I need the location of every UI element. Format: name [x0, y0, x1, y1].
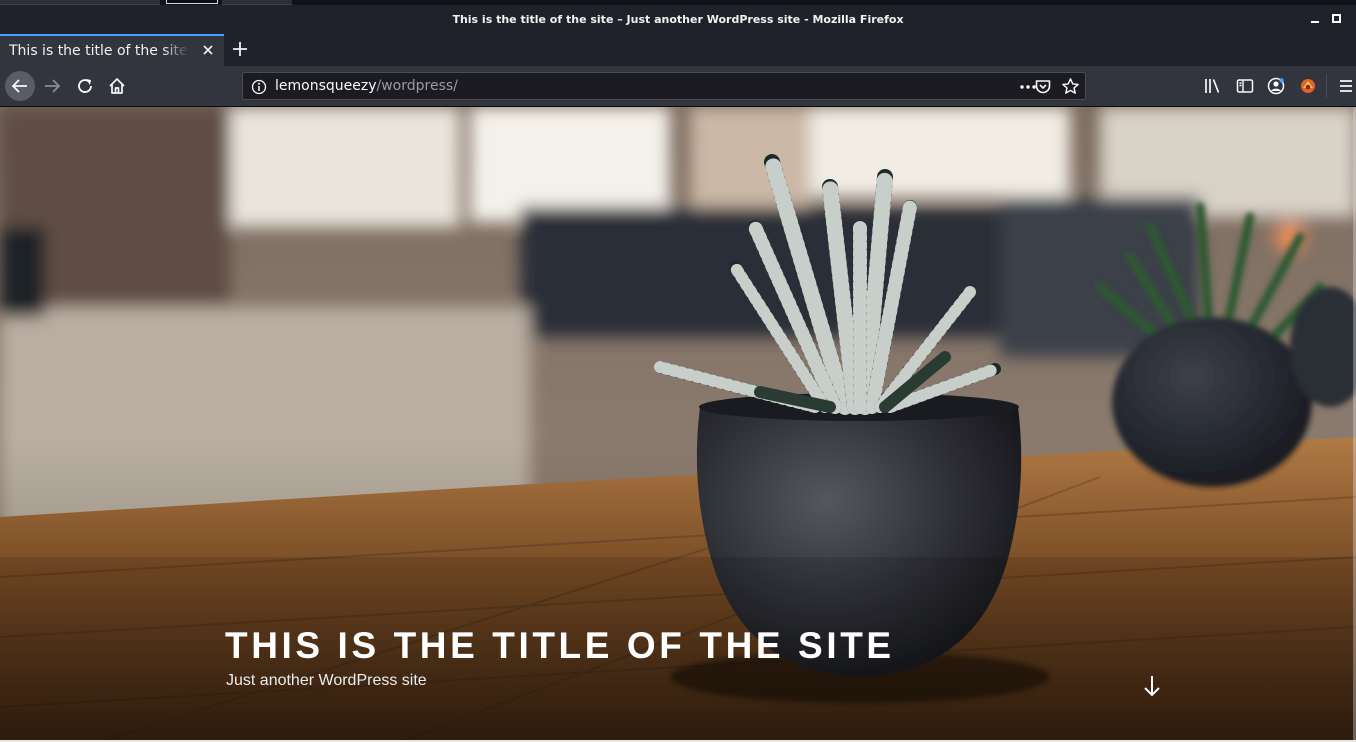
tab-strip: This is the title of the site – Just ano…	[0, 33, 1356, 66]
url-bar[interactable]: lemonsqueezy/wordpress/	[242, 72, 1086, 100]
taskbar-item-active[interactable]	[166, 0, 218, 4]
close-icon[interactable]	[200, 42, 216, 58]
pocket-icon[interactable]	[1034, 78, 1052, 96]
navigation-toolbar: lemonsqueezy/wordpress/	[0, 66, 1356, 107]
url-path: /wordpress/	[376, 78, 458, 94]
maximize-icon[interactable]	[1331, 13, 1341, 23]
library-icon[interactable]	[1203, 76, 1223, 96]
reload-button[interactable]	[71, 72, 99, 100]
url-host: lemonsqueezy	[275, 78, 377, 94]
tab-active[interactable]: This is the title of the site – Just ano…	[0, 34, 224, 66]
url-text[interactable]: lemonsqueezy/wordpress/	[275, 78, 458, 94]
web-content: This is the title of the site Just anoth…	[0, 107, 1356, 742]
forward-arrow-icon	[45, 79, 61, 93]
window-titlebar: This is the title of the site – Just ano…	[0, 5, 1356, 33]
new-tab-plus-icon[interactable]	[230, 39, 250, 59]
account-icon[interactable]	[1266, 76, 1286, 96]
home-button[interactable]	[103, 72, 131, 100]
sidebar-icon[interactable]	[1235, 76, 1255, 96]
star-icon[interactable]	[1061, 77, 1080, 96]
back-button[interactable]	[5, 71, 35, 101]
forward-button[interactable]	[38, 72, 66, 100]
tab-title: This is the title of the site – Just ano…	[9, 43, 189, 59]
home-icon	[109, 78, 125, 94]
window-title: This is the title of the site – Just ano…	[452, 12, 904, 26]
minimize-icon[interactable]	[1310, 13, 1320, 23]
extension-icon[interactable]	[1298, 76, 1318, 96]
site-description: Just another WordPress site	[226, 672, 427, 689]
reload-icon	[78, 79, 92, 93]
hamburger-menu-icon[interactable]	[1338, 76, 1356, 96]
toolbar-separator	[1326, 74, 1327, 98]
back-arrow-icon	[11, 79, 27, 93]
arrow-down-icon[interactable]	[1141, 673, 1163, 699]
site-title[interactable]: This is the title of the site	[225, 625, 895, 667]
info-icon[interactable]	[251, 79, 267, 95]
